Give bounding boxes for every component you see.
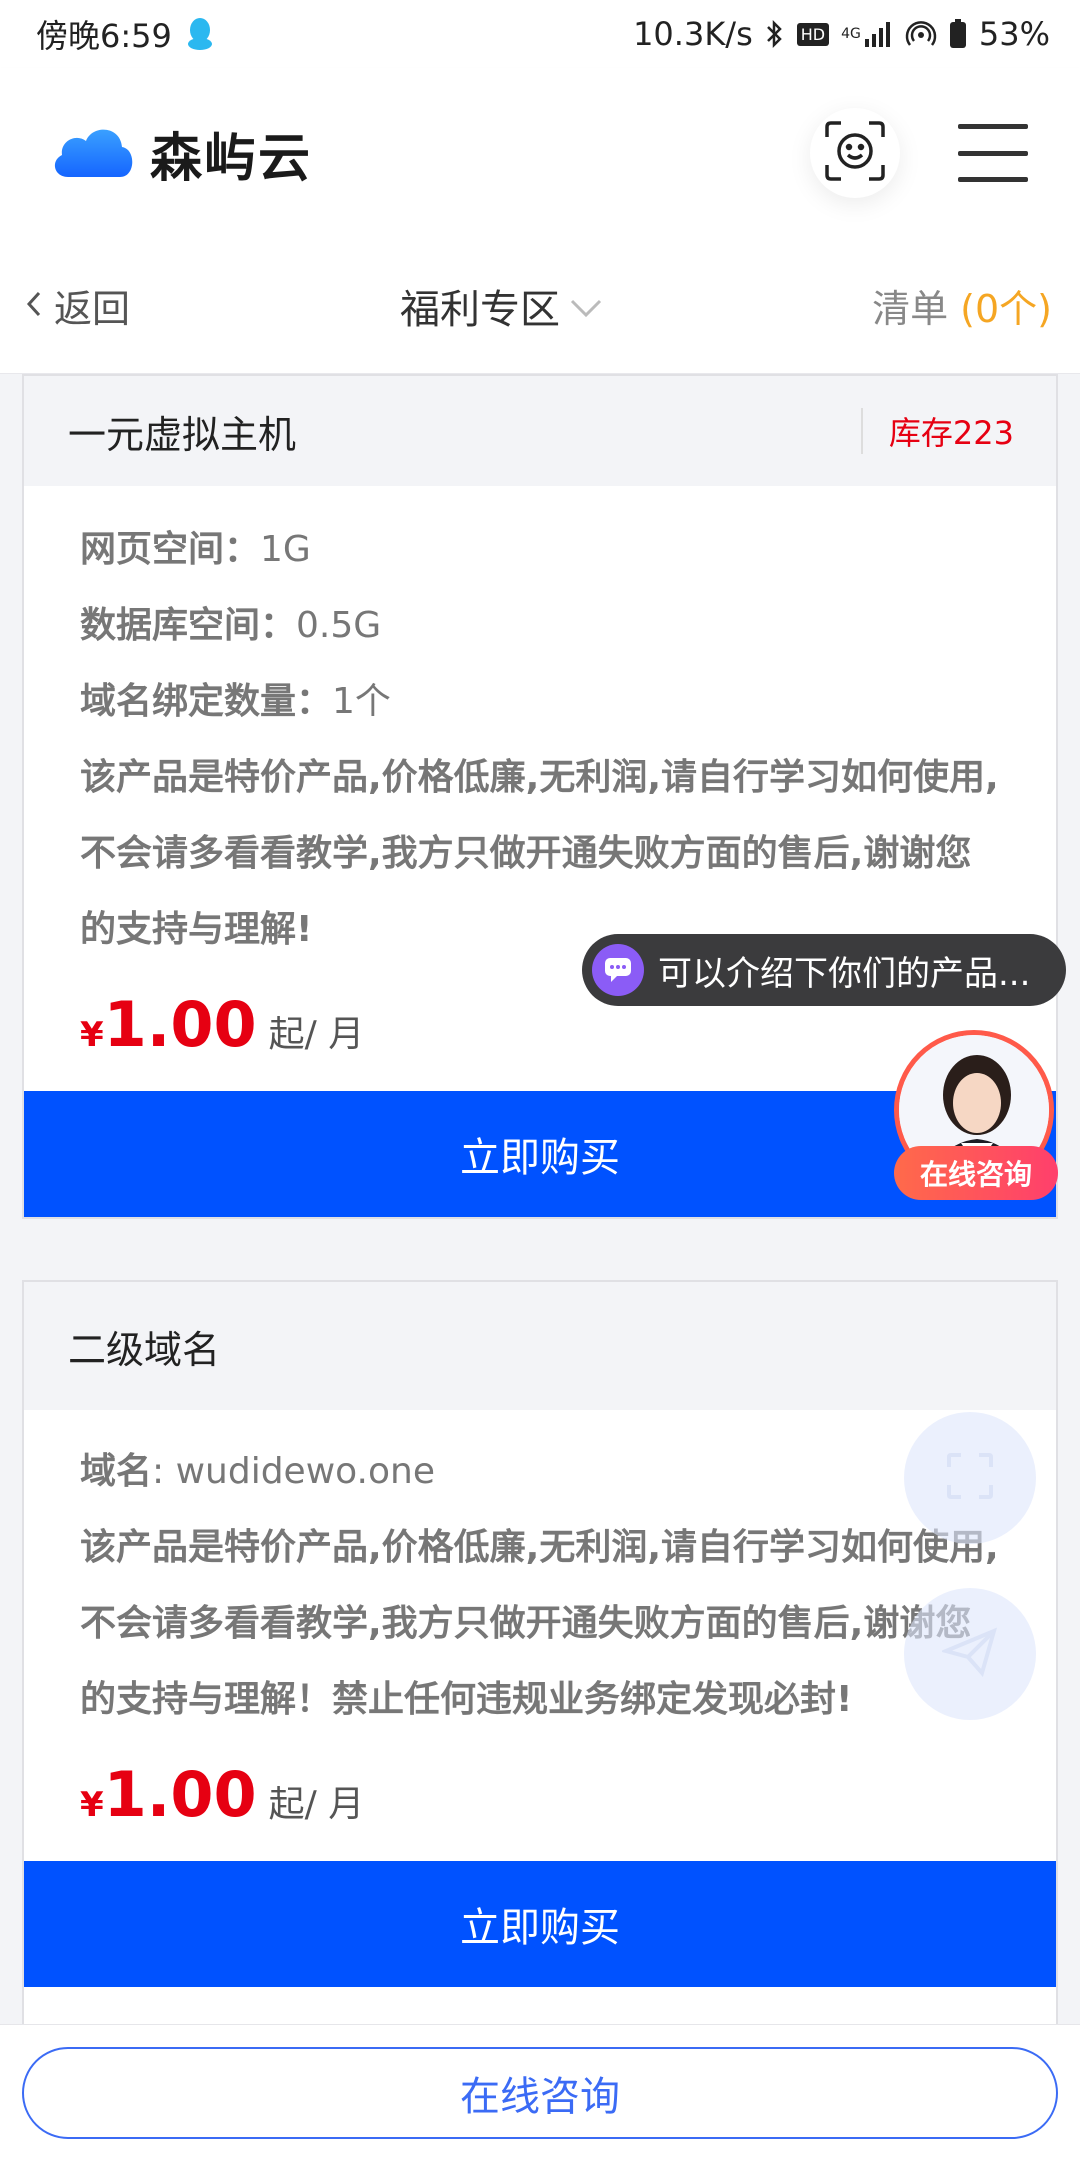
product-card: 二级域名 域名: wudidewo.one 该产品是特价产品,价格低廉,无利润,… bbox=[22, 1280, 1058, 2040]
chat-prompt-bubble[interactable]: 可以介绍下你们的产品... bbox=[582, 934, 1066, 1006]
product-header: 一元虚拟主机 库存223 bbox=[24, 376, 1056, 486]
spec-label: 域名绑定数量： bbox=[80, 681, 333, 722]
scan-icon bbox=[945, 1451, 995, 1505]
product-name: 二级域名 bbox=[68, 1327, 221, 1372]
brand-name: 森屿云 bbox=[150, 128, 313, 189]
agent-label: 在线咨询 bbox=[894, 1146, 1058, 1200]
spec-row: 域名: wudidewo.one bbox=[80, 1434, 1000, 1510]
category-title: 福利专区 bbox=[400, 286, 560, 333]
spec-label: 域名 bbox=[80, 1451, 153, 1492]
spec-row: 域名绑定数量：1个 bbox=[80, 664, 1000, 740]
spec-label: 网页空间： bbox=[80, 529, 261, 570]
share-float-button[interactable] bbox=[904, 1588, 1036, 1720]
cloud-logo-icon bbox=[50, 121, 136, 185]
bluetooth-icon bbox=[765, 19, 785, 49]
back-label: 返回 bbox=[54, 287, 131, 331]
product-name: 一元虚拟主机 bbox=[68, 412, 297, 457]
spec-value: 1个 bbox=[332, 681, 391, 722]
face-scan-icon bbox=[823, 119, 887, 187]
qq-icon bbox=[186, 17, 214, 51]
price-value: 1.00 bbox=[103, 1758, 257, 1831]
spec-row: 数据库空间：0.5G bbox=[80, 588, 1000, 664]
product-description: 该产品是特价产品,价格低廉,无利润,请自行学习如何使用,不会请多看看教学,我方只… bbox=[80, 1527, 999, 1720]
app-header: 森屿云 bbox=[0, 68, 1080, 238]
spec-row: 网页空间：1G bbox=[80, 512, 1000, 588]
battery-level: 53% bbox=[978, 15, 1050, 53]
chat-bubble-text: 可以介绍下你们的产品... bbox=[658, 953, 1031, 994]
network-type: 4G bbox=[841, 26, 861, 42]
signal-icon: 4G bbox=[841, 21, 893, 47]
send-icon bbox=[939, 1627, 998, 1681]
sub-navigation: 返回 福利专区 清单 (0个) bbox=[0, 238, 1080, 374]
hd-icon: HD bbox=[796, 22, 830, 46]
face-scan-button[interactable] bbox=[810, 108, 900, 198]
spec-value: : wudidewo.one bbox=[152, 1451, 435, 1492]
battery-icon bbox=[949, 19, 967, 49]
brand-logo[interactable]: 森屿云 bbox=[50, 116, 312, 191]
online-consult-button[interactable]: 在线咨询 bbox=[22, 2046, 1058, 2139]
chevron-left-icon bbox=[24, 284, 44, 328]
price-unit: 起/ 月 bbox=[268, 1784, 365, 1825]
net-speed: 10.3K/s bbox=[633, 15, 753, 53]
chevron-down-icon bbox=[568, 283, 604, 329]
price-value: 1.00 bbox=[103, 988, 257, 1061]
stock-badge: 库存223 bbox=[860, 408, 1014, 454]
hotspot-icon bbox=[905, 19, 937, 49]
spec-value: 1G bbox=[260, 529, 311, 570]
spec-label: 数据库空间： bbox=[80, 605, 297, 646]
online-consult-agent[interactable]: 在线咨询 bbox=[894, 1030, 1058, 1200]
status-bar: 傍晚6:59 10.3K/s HD 4G 53% bbox=[0, 0, 1080, 68]
price-row: ¥ 1.00 起/ 月 bbox=[80, 1738, 1000, 1861]
bottom-bar: 在线咨询 bbox=[0, 2024, 1080, 2160]
cart-label: 清单 bbox=[872, 287, 949, 331]
cart-link[interactable]: 清单 (0个) bbox=[872, 278, 1052, 333]
buy-now-button[interactable]: 立即购买 bbox=[24, 1861, 1056, 1987]
product-header: 二级域名 bbox=[24, 1282, 1056, 1410]
currency-symbol: ¥ bbox=[80, 1785, 104, 1825]
spec-value: 0.5G bbox=[296, 605, 382, 646]
price-unit: 起/ 月 bbox=[268, 1014, 365, 1055]
category-dropdown[interactable]: 福利专区 bbox=[400, 277, 604, 335]
chat-message-icon bbox=[592, 944, 644, 996]
currency-symbol: ¥ bbox=[80, 1015, 104, 1055]
status-time: 傍晚6:59 bbox=[36, 17, 172, 55]
cart-count: (0个) bbox=[960, 287, 1052, 331]
scan-float-button[interactable] bbox=[904, 1412, 1036, 1544]
back-button[interactable]: 返回 bbox=[24, 278, 130, 333]
hamburger-menu-icon[interactable] bbox=[958, 124, 1028, 182]
